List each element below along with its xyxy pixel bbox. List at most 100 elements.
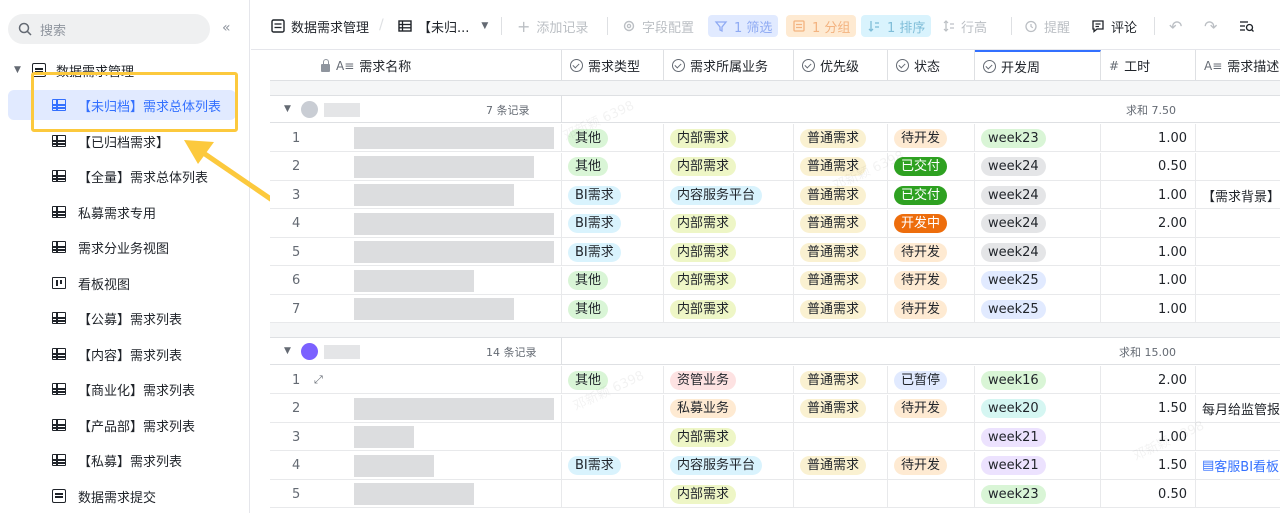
cell-status[interactable]: 待开发 (888, 266, 975, 295)
cell-priority[interactable]: 普通需求 (794, 181, 888, 209)
cell-hours[interactable]: 2.00 (1101, 209, 1196, 238)
cell-type[interactable]: 其他 (562, 366, 664, 394)
column-header-week[interactable]: 开发周 (975, 50, 1101, 81)
cell-priority[interactable]: 普通需求 (794, 238, 888, 266)
sidebar-item-view[interactable]: 【未归档】需求总体列表 (8, 90, 236, 120)
cell-status[interactable]: 待开发 (888, 451, 975, 480)
cell-type[interactable] (562, 480, 664, 508)
cell-priority[interactable]: 普通需求 (794, 394, 888, 423)
table-row[interactable]: 5 内部需求 week23 0.50 (270, 480, 1280, 508)
table-row[interactable]: 1 其他 内部需求 普通需求 待开发 week23 1.00 (270, 124, 1280, 152)
cell-hours[interactable]: 1.00 (1101, 181, 1196, 209)
column-header-name[interactable]: A≡ 需求名称 (270, 50, 562, 81)
cell-status[interactable]: 开发中 (888, 209, 975, 238)
cell-name-redacted[interactable] (326, 181, 562, 209)
cell-type[interactable]: 其他 (562, 152, 664, 181)
column-header-desc[interactable]: A≡ 需求描述 (1196, 50, 1280, 81)
cell-name-redacted[interactable] (326, 451, 562, 480)
group-caret-icon[interactable]: ▼ (284, 346, 291, 356)
cell-name-redacted[interactable] (326, 295, 562, 323)
table-row[interactable]: 3 BI需求 内容服务平台 普通需求 已交付 week24 1.00 【需求背景】看 (270, 181, 1280, 209)
group-button[interactable]: 1 分组 (786, 15, 857, 37)
sidebar-item-view[interactable]: 【内容】需求列表 (8, 339, 236, 369)
cell-week[interactable]: week23 (975, 124, 1101, 152)
sidebar-item-view[interactable]: 【产品部】需求列表 (8, 410, 236, 440)
sidebar-item-view[interactable]: 【已归档需求】 (8, 126, 236, 156)
table-row[interactable]: 5 BI需求 内部需求 普通需求 待开发 week24 1.00 (270, 238, 1280, 266)
cell-hours[interactable]: 0.50 (1101, 152, 1196, 181)
sidebar-item-view[interactable]: 需求分业务视图 (8, 232, 236, 262)
cell-biz[interactable]: 内部需求 (664, 266, 794, 295)
cell-desc[interactable] (1196, 153, 1280, 181)
cell-week[interactable]: week21 (975, 451, 1101, 480)
table-row[interactable]: 4 BI需求 内容服务平台 普通需求 待开发 week21 1.50 ▤ 客服BI看板 (270, 451, 1280, 480)
table-row[interactable]: 7 其他 内部需求 普通需求 待开发 week25 1.00 (270, 295, 1280, 323)
cell-name-redacted[interactable] (326, 238, 562, 266)
cell-priority[interactable]: 普通需求 (794, 266, 888, 295)
cell-week[interactable]: week25 (975, 266, 1101, 295)
cell-status[interactable] (888, 480, 975, 508)
cell-priority[interactable]: 普通需求 (794, 295, 888, 323)
cell-desc[interactable]: ▤ 客服BI看板 (1196, 452, 1280, 480)
table-row[interactable]: 2 私募业务 普通需求 待开发 week20 1.50 每月给监管报送 (270, 394, 1280, 423)
table-row[interactable]: 4 BI需求 内部需求 普通需求 开发中 week24 2.00 (270, 209, 1280, 238)
group-caret-icon[interactable]: ▼ (284, 104, 291, 114)
search-records-icon[interactable] (1239, 15, 1255, 37)
cell-type[interactable]: BI需求 (562, 181, 664, 209)
column-header-biz[interactable]: 需求所属业务 (664, 50, 794, 81)
cell-week[interactable]: week24 (975, 238, 1101, 266)
cell-name-redacted[interactable] (326, 423, 562, 451)
column-header-priority[interactable]: 优先级 (794, 50, 888, 81)
cell-biz[interactable]: 私募业务 (664, 394, 794, 423)
cell-biz[interactable]: 内部需求 (664, 124, 794, 152)
cell-type[interactable]: BI需求 (562, 209, 664, 238)
cell-biz[interactable]: 内部需求 (664, 152, 794, 181)
cell-type[interactable]: 其他 (562, 124, 664, 152)
table-row[interactable]: 2 其他 内部需求 普通需求 已交付 week24 0.50 (270, 152, 1280, 181)
cell-name-redacted[interactable] (326, 266, 562, 295)
cell-desc[interactable] (1196, 267, 1280, 295)
cell-priority[interactable]: 普通需求 (794, 152, 888, 181)
sidebar-item-view[interactable]: 【全量】需求总体列表 (8, 161, 236, 191)
cell-desc[interactable] (1196, 295, 1280, 323)
cell-hours[interactable]: 1.50 (1101, 451, 1196, 480)
cell-priority[interactable] (794, 423, 888, 451)
cell-week[interactable]: week16 (975, 366, 1101, 394)
cell-name-redacted[interactable] (326, 480, 562, 508)
remind-button[interactable]: 提醒 (1024, 15, 1070, 37)
cell-status[interactable]: 待开发 (888, 238, 975, 266)
cell-priority[interactable]: 普通需求 (794, 451, 888, 480)
table-row[interactable]: 1 ⤢ 其他 资管业务 普通需求 已暂停 week16 2.00 (270, 366, 1280, 394)
group-header[interactable]: ▼ 14 条记录 求和 15.00 (270, 338, 1280, 365)
sidebar-item-view[interactable]: 【公募】需求列表 (8, 303, 236, 333)
sidebar-item-view[interactable]: 【私募】需求列表 (8, 445, 236, 475)
cell-type[interactable]: 其他 (562, 295, 664, 323)
tree-root-base[interactable]: ▼ 数据需求管理 (0, 58, 250, 82)
cell-status[interactable]: 待开发 (888, 394, 975, 423)
collapse-sidebar-icon[interactable]: « (222, 20, 231, 36)
column-header-type[interactable]: 需求类型 (562, 50, 664, 81)
base-title-button[interactable]: 数据需求管理 (271, 15, 369, 37)
cell-biz[interactable]: 资管业务 (664, 366, 794, 394)
cell-name-redacted[interactable] (326, 366, 562, 394)
cell-week[interactable]: week23 (975, 480, 1101, 508)
cell-week[interactable]: week21 (975, 423, 1101, 451)
cell-desc[interactable]: 每月给监管报送 (1196, 395, 1280, 423)
cell-name-redacted[interactable] (326, 209, 562, 238)
expand-record-icon[interactable]: ⤢ (314, 373, 326, 386)
search-input[interactable]: 搜索 (8, 14, 210, 44)
caret-down-icon[interactable]: ▼ (14, 65, 24, 75)
add-record-button[interactable]: + 添加记录 (517, 15, 588, 37)
table-row[interactable]: 6 其他 内部需求 普通需求 待开发 week25 1.00 (270, 266, 1280, 295)
cell-hours[interactable]: 0.50 (1101, 480, 1196, 508)
cell-hours[interactable]: 1.00 (1101, 124, 1196, 152)
cell-priority[interactable]: 普通需求 (794, 366, 888, 394)
cell-status[interactable]: 已交付 (888, 152, 975, 181)
cell-biz[interactable]: 内容服务平台 (664, 451, 794, 480)
cell-week[interactable]: week24 (975, 209, 1101, 238)
cell-week[interactable]: week24 (975, 152, 1101, 181)
sidebar-item-view[interactable]: 私募需求专用 (8, 197, 236, 227)
cell-hours[interactable]: 1.00 (1101, 238, 1196, 266)
cell-desc[interactable] (1196, 480, 1280, 508)
cell-desc[interactable] (1196, 124, 1280, 152)
